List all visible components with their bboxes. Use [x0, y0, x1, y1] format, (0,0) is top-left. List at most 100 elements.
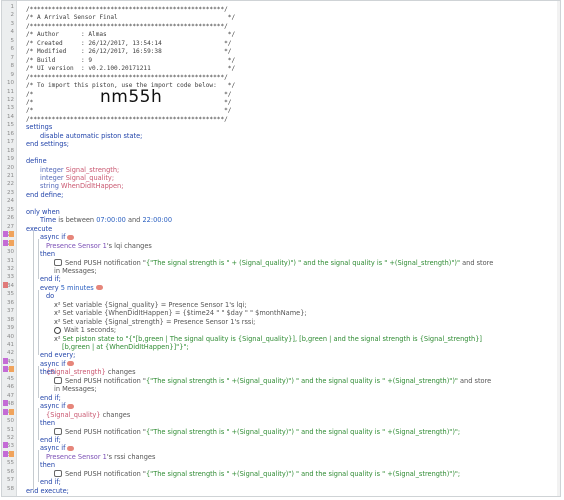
code-text[interactable]: then [40, 368, 55, 376]
code-text[interactable]: end settings; [26, 140, 69, 148]
code-token: Presence Sensor 1 [46, 452, 107, 461]
code-text[interactable]: async if [40, 444, 75, 452]
line-number: 5 [10, 37, 15, 44]
code-text[interactable]: async if [40, 402, 75, 411]
scrollbar[interactable] [557, 1, 560, 496]
code-text[interactable]: end if; [40, 436, 61, 444]
line-number: 8 [10, 63, 15, 70]
code-token: WhenDidItHappen; [61, 182, 124, 191]
code-text[interactable]: Time is between 07:00:00 and 22:00:00 [40, 216, 172, 224]
line-number: 12 [7, 96, 14, 103]
code-text[interactable]: end if; [40, 478, 61, 486]
code-text[interactable]: disable automatic piston state; [40, 132, 142, 140]
code-text[interactable]: in Messages; [54, 267, 97, 275]
tcp-badge-icon[interactable] [67, 234, 75, 240]
code-line: 19 [2, 155, 560, 163]
code-text[interactable]: every 5 minutes [40, 284, 103, 292]
code-token: in Messages; [54, 385, 97, 394]
code-text[interactable]: integer Signal_strength; [40, 166, 119, 174]
line-number: 11 [7, 88, 14, 95]
code-token: and [125, 216, 143, 225]
code-token: {Signal_quality} [46, 410, 101, 419]
code-token: and store [460, 258, 494, 267]
code-token: /* Created : 26/12/2017, 13:54:14 */ [26, 39, 232, 47]
code-line: 28 [2, 231, 560, 239]
code-token: Set variable {Signal_quality} = Presence… [62, 300, 247, 309]
code-line: 25 [2, 206, 560, 214]
line-number: 24 [7, 198, 14, 205]
code-text[interactable]: async if [40, 360, 75, 368]
variable-icon: x² [54, 300, 61, 309]
code-text[interactable]: define [26, 157, 47, 165]
code-text[interactable]: then [40, 419, 55, 427]
code-token: then [40, 461, 56, 470]
code-text[interactable]: Presence Sensor 1's lqi changes [46, 242, 152, 250]
code-token: 07:00:00 [96, 216, 126, 225]
code-text[interactable]: integer Signal_quality; [40, 174, 114, 182]
code-token: end if; [40, 275, 61, 284]
tcp-badge-icon[interactable] [67, 445, 75, 451]
code-token: 's lqi [106, 241, 123, 250]
code-token: end if; [40, 478, 61, 487]
code-text[interactable]: Send PUSH notification "{"The signal str… [54, 470, 460, 478]
notification-icon [54, 428, 62, 435]
code-token: [b,green | at {WhenDidItHappen}]"}"; [62, 343, 189, 351]
code-text[interactable]: do [46, 292, 54, 300]
code-text[interactable]: {Signal_strength} changes [46, 368, 136, 376]
code-token: {"The signal strength is " +(Signal_qual… [145, 376, 458, 385]
code-token: async if [40, 402, 66, 411]
code-text[interactable]: end if; [40, 394, 61, 402]
tcp-badge-icon[interactable] [95, 285, 103, 291]
code-text[interactable]: Presence Sensor 1's rssi changes [46, 453, 155, 461]
code-text[interactable]: end if; [40, 275, 61, 283]
code-text[interactable]: /***************************************… [26, 115, 228, 124]
code-text[interactable]: x² Set piston state to "{"[b,green | The … [54, 335, 482, 343]
code-text[interactable]: Send PUSH notification "{"The signal str… [54, 428, 460, 436]
tcp-badge-icon[interactable] [67, 403, 75, 409]
condition-marker-icon [3, 408, 15, 418]
code-text[interactable]: Send PUSH notification "{"The signal str… [54, 377, 491, 385]
line-number: 3 [10, 20, 15, 27]
tcp-badge-icon[interactable] [67, 361, 75, 367]
code-text[interactable]: {Signal_quality} changes [46, 411, 130, 419]
code-text[interactable]: x² Set variable {WhenDidItHappen} = {$tim… [54, 309, 307, 317]
code-token: end if; [40, 393, 61, 402]
line-number: 18 [7, 147, 14, 154]
code-text[interactable]: settings [26, 123, 52, 131]
code-token: /* UI version : v0.2.100.20171211 */ [26, 65, 236, 73]
line-number: 9 [10, 71, 15, 78]
line-number: 41 [7, 342, 14, 348]
code-token: Wait 1 seconds; [64, 326, 117, 335]
line-number: 56 [7, 468, 14, 475]
code-text[interactable]: string WhenDidItHappen; [40, 182, 123, 190]
code-token: Send PUSH notification " [65, 469, 146, 478]
import-code[interactable]: nm55h [100, 87, 162, 107]
code-token: Send PUSH notification " [65, 427, 146, 436]
condition-marker-icon [3, 239, 15, 249]
code-text[interactable]: then [40, 461, 55, 469]
line-number: 40 [7, 333, 14, 340]
code-text[interactable]: then [40, 250, 55, 258]
code-text[interactable]: Wait 1 seconds; [54, 326, 116, 334]
code-text[interactable]: end every; [40, 351, 75, 359]
code-text[interactable]: in Messages; [54, 385, 97, 393]
line-number: 7 [10, 54, 15, 61]
line-number: 22 [7, 181, 14, 188]
piston-code-viewer: 1 2 3 4 5 6 7 8 9 10 11 12 13 14 15 16 17 18 19 20 21 22 23 24 2… [1, 0, 561, 497]
code-text[interactable]: x² Set variable {Signal_quality} = Presen… [54, 301, 247, 309]
code-token: integer [40, 174, 64, 182]
code-line: 18 [2, 147, 560, 155]
line-number: 38 [7, 316, 14, 323]
line-number: 30 [7, 249, 14, 256]
code-text[interactable]: [b,green | at {WhenDidItHappen}]"}"; [62, 343, 189, 351]
line-number: 47 [7, 392, 14, 399]
code-text[interactable]: Send PUSH notification "{"The signal str… [54, 259, 493, 267]
line-number: 32 [7, 265, 14, 272]
line-number: 46 [7, 384, 14, 391]
code-text[interactable]: only when [26, 208, 60, 216]
code-text[interactable]: end define; [26, 191, 63, 199]
code-text[interactable]: execute [26, 225, 52, 233]
line-number: 35 [7, 291, 14, 298]
code-text[interactable]: x² Set variable {Signal_strength} = Prese… [54, 318, 255, 326]
code-text[interactable]: async if [40, 233, 75, 241]
